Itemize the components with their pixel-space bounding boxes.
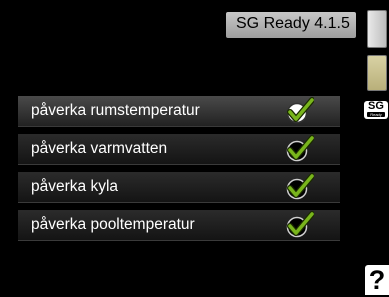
screen: SG Ready 4.1.5 påverka rumstemperatur på… xyxy=(0,0,361,297)
setting-label: påverka pooltemperatur xyxy=(31,216,195,233)
page-title: SG Ready 4.1.5 xyxy=(236,15,350,32)
sg-ready-icon: SG Ready xyxy=(364,101,388,119)
setting-label: påverka rumstemperatur xyxy=(31,102,200,119)
help-button[interactable]: ? xyxy=(365,265,389,295)
settings-list: påverka rumstemperatur påverka varmvatte… xyxy=(18,96,340,248)
setting-label: påverka kyla xyxy=(31,178,119,195)
setting-row-cooling[interactable]: påverka kyla xyxy=(18,172,340,203)
menu-level-icon xyxy=(367,55,387,91)
side-panel: SG Ready xyxy=(363,0,389,297)
checkmark-icon[interactable] xyxy=(284,97,314,125)
setting-row-pool-temperature[interactable]: påverka pooltemperatur xyxy=(18,210,340,241)
checkmark-icon[interactable] xyxy=(284,135,314,163)
setting-label: påverka varmvatten xyxy=(31,140,168,157)
sg-badge-sub: Ready xyxy=(367,112,385,117)
checkmark-icon[interactable] xyxy=(284,211,314,239)
checkmark-icon[interactable] xyxy=(284,173,314,201)
title-bar: SG Ready 4.1.5 xyxy=(226,12,356,38)
sg-badge-main: SG xyxy=(368,100,384,112)
menu-scroll-indicator-icon xyxy=(367,10,387,48)
setting-row-room-temperature[interactable]: påverka rumstemperatur xyxy=(18,96,340,127)
setting-row-hot-water[interactable]: påverka varmvatten xyxy=(18,134,340,165)
